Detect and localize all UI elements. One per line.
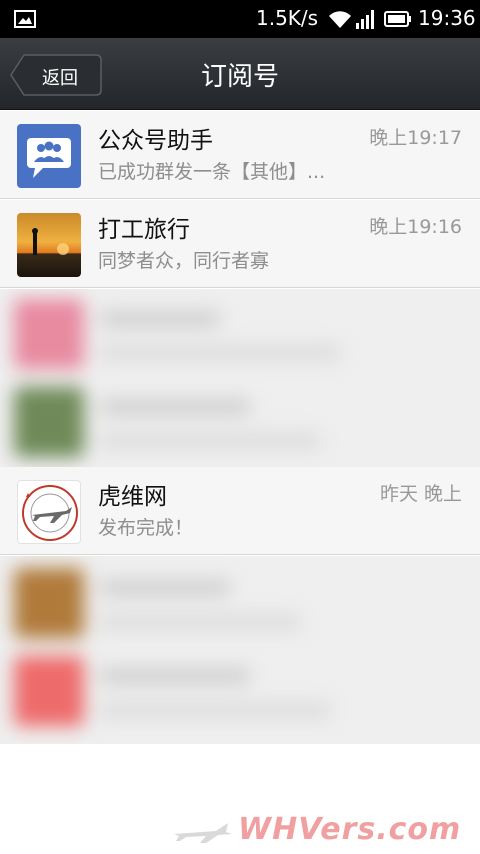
signal-icon [356, 10, 374, 29]
item-time: 晚上19:16 [369, 216, 462, 238]
group-chat-icon [27, 138, 71, 178]
clock: 19:36 [418, 6, 476, 30]
blurred-rows [0, 289, 480, 467]
title-bar: 返回 订阅号 [0, 38, 480, 110]
item-name: 公众号助手 [98, 128, 213, 154]
airplane-logo-icon [22, 485, 78, 541]
blurred-rows [0, 556, 480, 744]
page-title: 订阅号 [200, 62, 279, 92]
list-item[interactable]: 虎维网 昨天 晚上 发布完成！ [0, 467, 480, 555]
assistant-avatar [17, 124, 81, 188]
list-item[interactable]: 公众号助手 晚上19:17 已成功群发一条【其他】... [0, 111, 480, 199]
item-preview: 已成功群发一条【其他】... [98, 161, 326, 183]
wifi-icon [329, 11, 351, 28]
network-speed: 1.5K/s [256, 6, 319, 30]
item-name: 虎维网 [98, 484, 167, 510]
picture-icon [14, 10, 36, 28]
item-time: 昨天 晚上 [379, 483, 462, 505]
item-preview: 同梦者众，同行者寡 [98, 250, 270, 272]
whv-avatar [17, 480, 81, 544]
watermark: WHVers.com [172, 812, 472, 852]
watermark-text: WHVers.com [238, 812, 462, 847]
travel-avatar [17, 213, 81, 277]
battery-icon [384, 11, 411, 27]
airplane-icon [174, 823, 232, 843]
status-bar: 1.5K/s 19:36 [0, 0, 480, 38]
item-preview: 发布完成！ [98, 517, 194, 539]
item-time: 晚上19:17 [369, 127, 462, 149]
silhouette-icon [32, 228, 69, 255]
list-item[interactable]: 打工旅行 晚上19:16 同梦者众，同行者寡 [0, 200, 480, 288]
item-name: 打工旅行 [98, 217, 190, 243]
